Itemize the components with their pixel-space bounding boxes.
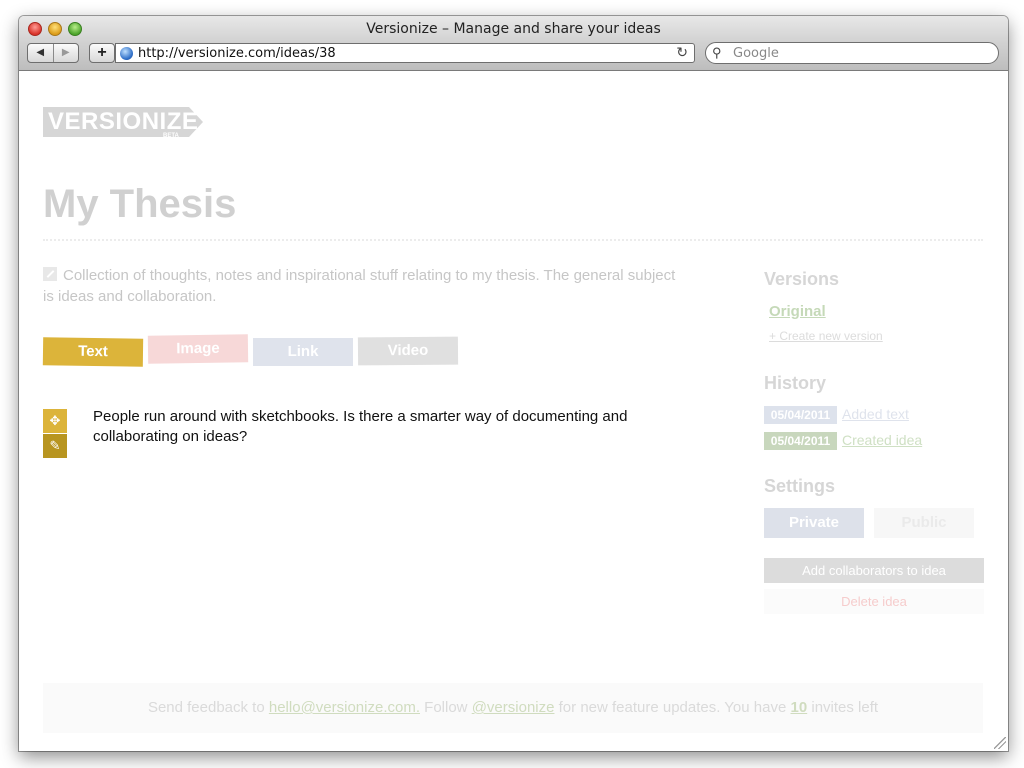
versions-heading: Versions — [764, 269, 840, 289]
pencil-icon[interactable]: ✎ — [43, 434, 67, 458]
add-collaborators-button[interactable]: Add collaborators to idea — [764, 558, 984, 583]
footer-suffix: invites left — [811, 699, 879, 716]
search-field[interactable]: ⚲ Google — [705, 42, 999, 64]
tab-image[interactable]: Image — [147, 334, 249, 364]
url-text: http://versionize.com/ideas/38 — [138, 46, 336, 61]
edit-description-icon[interactable] — [43, 267, 57, 281]
back-button[interactable]: ◀ — [28, 44, 53, 62]
resize-grip-icon[interactable] — [994, 737, 1006, 749]
logo-text: VERSIONIZE — [48, 108, 199, 135]
title-divider — [43, 239, 983, 241]
forward-button[interactable]: ▶ — [52, 44, 79, 62]
nav-buttons: ◀ ▶ — [27, 43, 79, 63]
history-action-link[interactable]: Created idea — [842, 432, 922, 448]
footer-follow: Follow — [424, 699, 468, 716]
page-title: My Thesis — [43, 182, 237, 226]
search-placeholder: Google — [733, 46, 779, 61]
site-globe-icon — [120, 47, 133, 60]
footer-middle: for new feature updates. You have — [558, 699, 787, 716]
tab-link[interactable]: Link — [253, 338, 353, 366]
private-toggle-button[interactable]: Private — [764, 508, 864, 538]
history-action-link[interactable]: Added text — [842, 406, 909, 422]
move-icon[interactable]: ✥ — [43, 409, 67, 433]
reload-icon[interactable]: ↻ — [676, 44, 688, 61]
feedback-footer: Send feedback to hello@versionize.com. F… — [43, 683, 983, 733]
public-toggle-button[interactable]: Public — [874, 508, 974, 538]
feedback-email-link[interactable]: hello@versionize.com. — [269, 699, 420, 716]
settings-heading: Settings — [764, 476, 836, 496]
history-date-badge: 05/04/2011 — [764, 432, 837, 450]
idea-description: Collection of thoughts, notes and inspir… — [43, 265, 683, 307]
history-date-badge: 05/04/2011 — [764, 406, 837, 424]
tab-video[interactable]: Video — [357, 336, 459, 366]
version-original-link[interactable]: Original — [769, 303, 826, 320]
delete-idea-button[interactable]: Delete idea — [764, 589, 984, 614]
add-bookmark-button[interactable]: + — [89, 43, 115, 63]
description-text: Collection of thoughts, notes and inspir… — [43, 267, 676, 305]
window-title: Versionize – Manage and share your ideas — [366, 21, 661, 37]
create-version-link[interactable]: + Create new version — [769, 329, 883, 343]
twitter-link[interactable]: @versionize — [472, 699, 555, 716]
page-content: VERSIONIZE BETA My Thesis Collection of … — [19, 72, 1008, 751]
logo-beta-badge: BETA — [163, 133, 179, 139]
versionize-logo[interactable]: VERSIONIZE BETA — [43, 107, 203, 143]
item-tools: ✥ ✎ — [43, 409, 67, 458]
tab-text[interactable]: Text — [42, 337, 144, 367]
search-icon: ⚲ — [712, 45, 722, 60]
text-item: People run around with sketchbooks. Is t… — [93, 408, 628, 445]
invites-count[interactable]: 10 — [791, 699, 808, 716]
footer-prefix: Send feedback to — [147, 699, 265, 716]
browser-window: Versionize – Manage and share your ideas… — [19, 16, 1008, 751]
address-bar[interactable]: http://versionize.com/ideas/38 ↻ — [115, 43, 695, 63]
title-bar: Versionize – Manage and share your ideas… — [19, 16, 1008, 71]
history-heading: History — [764, 373, 827, 393]
